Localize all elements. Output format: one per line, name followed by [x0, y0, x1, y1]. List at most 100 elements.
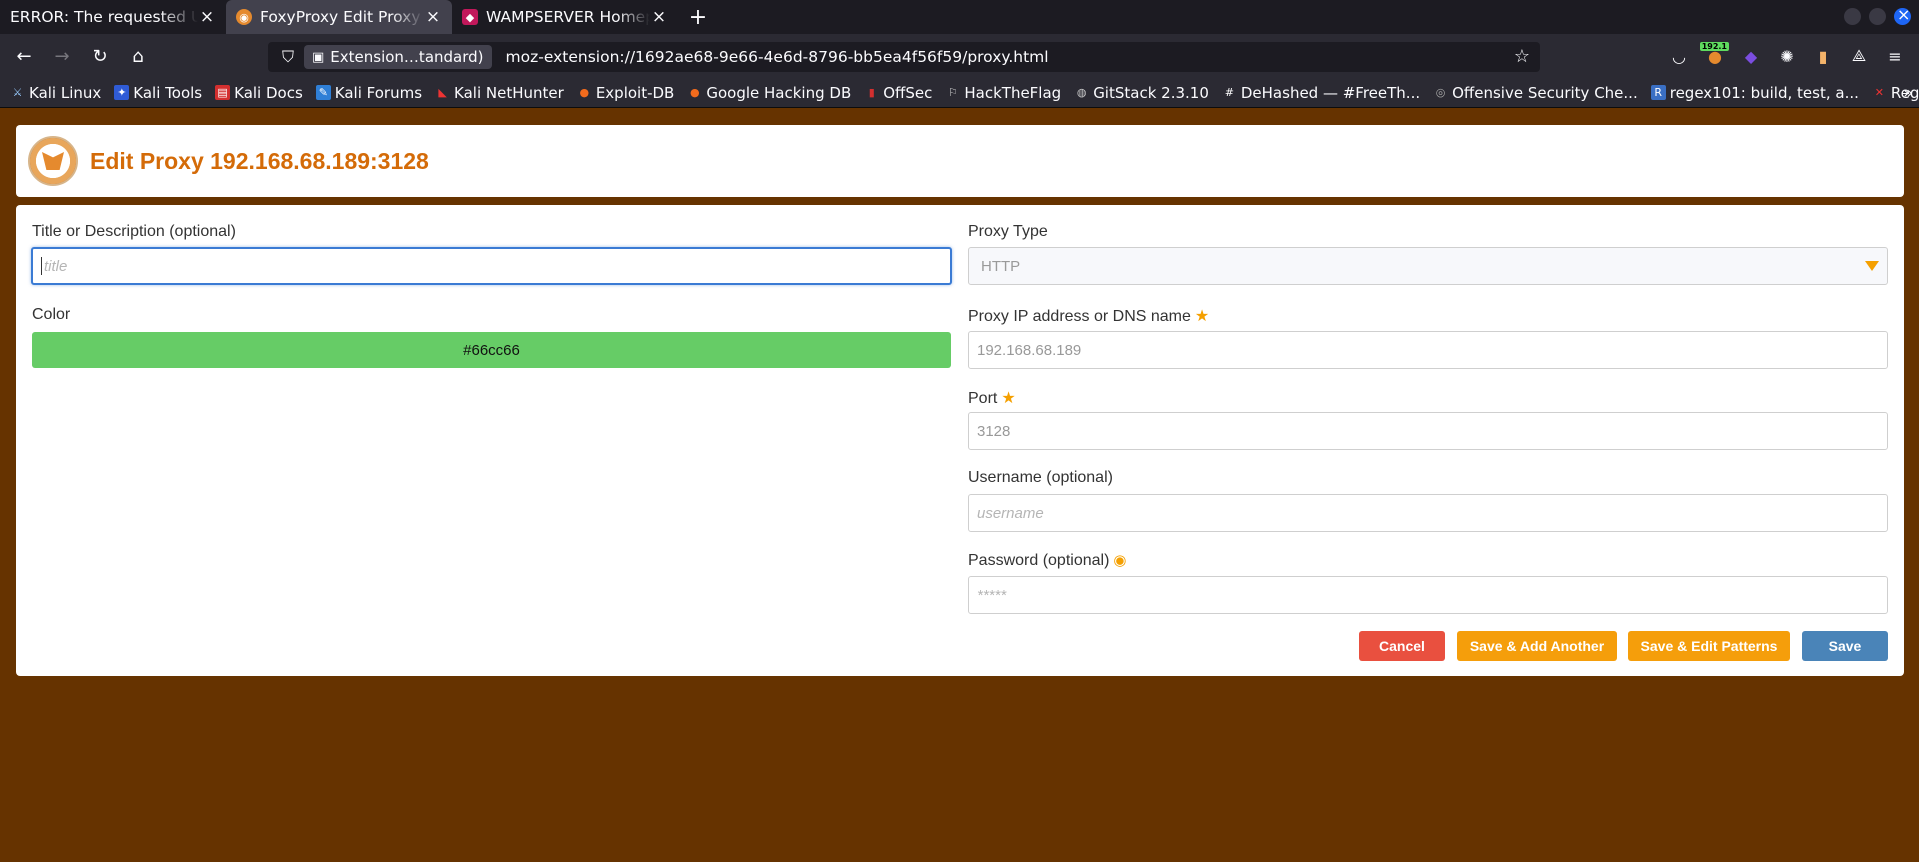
page-header: Edit Proxy 192.168.68.189:3128	[16, 125, 1904, 197]
tab-strip: ERROR: The requested URL c × ◉ FoxyProxy…	[0, 0, 1919, 34]
bookmark-item[interactable]: ◎ Offensive Security Che...	[1433, 84, 1638, 102]
hash-icon: #	[1224, 86, 1234, 99]
page-title: Edit Proxy 192.168.68.189:3128	[90, 147, 429, 174]
save-add-another-button[interactable]: Save & Add Another	[1457, 631, 1617, 661]
tab-error[interactable]: ERROR: The requested URL c ×	[0, 0, 226, 34]
extension-icon: ▣	[312, 49, 325, 65]
title-input[interactable]: title	[31, 247, 952, 285]
port-label-text: Port	[968, 390, 998, 407]
bookmark-item[interactable]: ▤ Kali Docs	[215, 84, 303, 102]
globe-icon: ◍	[1076, 86, 1087, 99]
rocket-icon[interactable]: ▮	[1807, 40, 1839, 72]
username-label: Username (optional)	[968, 469, 1113, 486]
close-window-button[interactable]	[1894, 5, 1911, 25]
maximize-button[interactable]	[1869, 8, 1886, 25]
flag-icon: ⚐	[947, 86, 958, 99]
foxyproxy-logo	[28, 136, 78, 186]
bookmarks-toolbar: ⚔ Kali Linux ✦ Kali Tools ▤ Kali Docs ✎ Kali…	[0, 78, 1919, 108]
kali-dragon-icon: ⚔	[12, 86, 23, 99]
menu-icon[interactable]: ≡	[1879, 40, 1911, 72]
color-label: Color	[32, 306, 71, 323]
port-value: 3128	[977, 422, 1011, 440]
identity-label: Extension…tandard)	[330, 48, 484, 66]
proxy-type-label: Proxy Type	[968, 223, 1048, 240]
offsec-cheatsheet-icon: ◎	[1435, 86, 1446, 99]
home-icon[interactable]: ⌂	[122, 40, 154, 72]
bookmark-item[interactable]: ⚔ Kali Linux	[10, 84, 102, 102]
shield-icon[interactable]: ⛉	[276, 47, 300, 67]
dropdown-arrow-icon	[1865, 261, 1879, 271]
password-label-text: Password (optional)	[968, 552, 1110, 569]
wappalyzer-icon[interactable]: ⟁	[1843, 40, 1875, 72]
bookmark-item[interactable]: ⚐ HackTheFlag	[945, 84, 1061, 102]
bookmark-item[interactable]: ✎ Kali Forums	[315, 84, 422, 102]
wamp-icon: ◆	[462, 9, 478, 25]
exploit-db-icon: ●	[579, 86, 590, 99]
port-label: Port ★	[968, 388, 1016, 408]
regex101-icon: R	[1650, 85, 1666, 100]
username-placeholder: username	[977, 504, 1044, 522]
ip-label-text: Proxy IP address or DNS name	[968, 308, 1191, 325]
foxyproxy-icon[interactable]: ● 192.1	[1699, 40, 1731, 72]
kali-tools-icon: ✦	[114, 85, 130, 100]
tab-title: WAMPSERVER Homepage	[486, 8, 650, 26]
close-icon[interactable]: ×	[198, 7, 216, 27]
new-tab-button[interactable]: +	[678, 0, 718, 34]
ghdb-icon: ●	[690, 86, 700, 99]
required-star-icon: ★	[1194, 308, 1210, 325]
cancel-button[interactable]: Cancel	[1359, 631, 1445, 661]
password-placeholder: *****	[977, 586, 1007, 604]
tab-foxyproxy[interactable]: ◉ FoxyProxy Edit Proxy ×	[226, 0, 452, 34]
close-icon[interactable]: ×	[424, 7, 442, 27]
toolbar-extensions: ◡ ● 192.1 ◆ ✺ ▮ ⟁ ≡	[1663, 34, 1919, 78]
minimize-button[interactable]	[1844, 8, 1861, 25]
bookmark-item[interactable]: # DeHashed — #FreeTh...	[1222, 84, 1420, 102]
fox-icon: ◉	[236, 9, 252, 25]
proxy-form: Title or Description (optional) title Co…	[16, 205, 1904, 676]
proxy-type-select[interactable]: HTTP	[968, 247, 1888, 285]
save-button[interactable]: Save	[1802, 631, 1888, 661]
password-input[interactable]: *****	[968, 576, 1888, 614]
tab-title: ERROR: The requested URL c	[10, 8, 198, 26]
color-picker[interactable]: #66cc66	[32, 332, 951, 368]
proxy-type-value: HTTP	[981, 257, 1021, 275]
bookmark-item[interactable]: ● Google Hacking DB	[687, 84, 851, 102]
kali-forums-icon: ✎	[315, 85, 331, 100]
eye-icon[interactable]: ◉	[1113, 552, 1126, 569]
bookmark-item[interactable]: ● Exploit-DB	[577, 84, 675, 102]
pocket-icon[interactable]: ◡	[1663, 40, 1695, 72]
close-icon[interactable]: ×	[650, 7, 668, 27]
bookmark-item[interactable]: ▮ OffSec	[864, 84, 933, 102]
cookie-icon[interactable]: ✺	[1771, 40, 1803, 72]
navigation-bar: ← → ↻ ⌂ ⛉ ▣ Extension…tandard) moz-exten…	[0, 34, 1919, 78]
extension-badge: 192.1	[1699, 42, 1729, 51]
save-edit-patterns-button[interactable]: Save & Edit Patterns	[1628, 631, 1790, 661]
bookmark-item[interactable]: ◍ GitStack 2.3.10	[1074, 84, 1209, 102]
bookmark-item[interactable]: ✦ Kali Tools	[114, 84, 202, 102]
title-label: Title or Description (optional)	[32, 223, 236, 240]
tab-title: FoxyProxy Edit Proxy	[260, 8, 421, 26]
bookmark-item[interactable]: ◣ Kali NetHunter	[435, 84, 564, 102]
identity-box[interactable]: ▣ Extension…tandard)	[304, 45, 492, 69]
url-text[interactable]: moz-extension://1692ae68-9e66-4e6d-8796-…	[506, 48, 1049, 66]
title-placeholder: title	[44, 257, 68, 275]
username-input[interactable]: username	[968, 494, 1888, 532]
password-label: Password (optional) ◉	[968, 551, 1127, 570]
ip-value: 192.168.68.189	[977, 341, 1082, 359]
nethunter-icon: ◣	[438, 86, 447, 99]
ip-input[interactable]: 192.168.68.189	[968, 331, 1888, 369]
text-caret	[41, 257, 42, 275]
bookmark-star-icon[interactable]: ☆	[1514, 46, 1530, 67]
purple-extension-icon[interactable]: ◆	[1735, 40, 1767, 72]
port-input[interactable]: 3128	[968, 412, 1888, 450]
offsec-icon: ▮	[868, 86, 875, 99]
ip-label: Proxy IP address or DNS name ★	[968, 306, 1209, 326]
forward-icon[interactable]: →	[46, 40, 78, 72]
tab-wampserver[interactable]: ◆ WAMPSERVER Homepage ×	[452, 0, 678, 34]
window-controls	[1844, 5, 1911, 25]
bookmarks-overflow-icon[interactable]: »	[1903, 83, 1913, 102]
back-icon[interactable]: ←	[8, 40, 40, 72]
reload-icon[interactable]: ↻	[84, 40, 116, 72]
url-bar[interactable]: ⛉ ▣ Extension…tandard) moz-extension://1…	[268, 42, 1540, 72]
bookmark-item[interactable]: Rregex101: build, test, a...	[1650, 84, 1859, 102]
